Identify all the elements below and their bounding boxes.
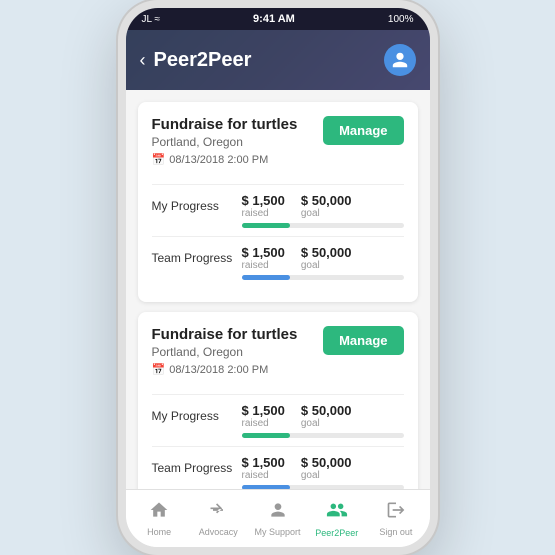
my-progress-fill-1 (242, 223, 291, 228)
my-progress-bar-2 (242, 433, 404, 438)
my-progress-row-1: My Progress $ 1,500 raised $ 50,000 goal (152, 193, 404, 228)
app-title: Peer2Peer (154, 49, 384, 72)
campaign-location-1: Portland, Oregon (152, 135, 298, 149)
team-progress-label-2: Team Progress (152, 461, 242, 475)
my-progress-fill-2 (242, 433, 291, 438)
my-progress-bar-1 (242, 223, 404, 228)
team-goal-2: $ 50,000 (301, 455, 352, 470)
team-raised-1: $ 1,500 (242, 245, 285, 260)
my-raised-2: $ 1,500 (242, 403, 285, 418)
nav-my-support-label: My Support (254, 527, 300, 537)
team-progress-stats-2: $ 1,500 raised $ 50,000 goal (242, 455, 352, 481)
my-progress-label-1: My Progress (152, 199, 242, 213)
team-goal-1: $ 50,000 (301, 245, 352, 260)
my-goal-2: $ 50,000 (301, 403, 352, 418)
team-raised-2: $ 1,500 (242, 455, 285, 470)
team-progress-stats-1: $ 1,500 raised $ 50,000 goal (242, 245, 352, 271)
my-raised-label-1: raised (242, 208, 285, 219)
sign-out-icon (386, 500, 406, 525)
nav-home[interactable]: Home (130, 496, 189, 541)
campaign-card-2: Fundraise for turtles Portland, Oregon 📅… (138, 312, 418, 489)
divider-3 (152, 394, 404, 395)
my-progress-label-2: My Progress (152, 409, 242, 423)
advocacy-icon (208, 500, 228, 525)
my-progress-stats-2: $ 1,500 raised $ 50,000 goal (242, 403, 352, 429)
divider-2 (152, 236, 404, 237)
peer2peer-icon (326, 499, 348, 526)
status-bar: JL ≈ 9:41 AM 100% (126, 8, 430, 30)
battery: 100% (388, 14, 414, 25)
my-progress-stats-1: $ 1,500 raised $ 50,000 goal (242, 193, 352, 219)
nav-sign-out-label: Sign out (379, 527, 412, 537)
my-support-icon (268, 500, 288, 525)
nav-peer2peer[interactable]: Peer2Peer (307, 495, 366, 542)
nav-my-support[interactable]: My Support (248, 496, 307, 541)
team-progress-row-1: Team Progress $ 1,500 raised $ 50,000 go… (152, 245, 404, 280)
team-goal-label-2: goal (301, 470, 352, 481)
my-raised-label-2: raised (242, 418, 285, 429)
content-area: Fundraise for turtles Portland, Oregon 📅… (126, 90, 430, 489)
team-raised-label-2: raised (242, 470, 285, 481)
back-button[interactable]: ‹ (140, 50, 146, 71)
campaign-location-2: Portland, Oregon (152, 345, 298, 359)
nav-peer2peer-label: Peer2Peer (315, 528, 358, 538)
nav-advocacy-label: Advocacy (199, 527, 238, 537)
my-goal-label-1: goal (301, 208, 352, 219)
team-progress-fill-1 (242, 275, 291, 280)
nav-home-label: Home (147, 527, 171, 537)
manage-button-2[interactable]: Manage (323, 326, 403, 355)
my-progress-row-2: My Progress $ 1,500 raised $ 50,000 goal (152, 403, 404, 438)
manage-button-1[interactable]: Manage (323, 116, 403, 145)
nav-advocacy[interactable]: Advocacy (189, 496, 248, 541)
my-raised-1: $ 1,500 (242, 193, 285, 208)
header-banner: ‹ Peer2Peer (126, 30, 430, 90)
divider-4 (152, 446, 404, 447)
my-goal-1: $ 50,000 (301, 193, 352, 208)
campaign-card-1: Fundraise for turtles Portland, Oregon 📅… (138, 102, 418, 302)
phone-frame: JL ≈ 9:41 AM 100% ‹ Peer2Peer Fundraise … (118, 0, 438, 555)
team-progress-label-1: Team Progress (152, 251, 242, 265)
divider-1 (152, 184, 404, 185)
team-progress-bar-1 (242, 275, 404, 280)
home-icon (149, 500, 169, 525)
team-goal-label-1: goal (301, 260, 352, 271)
campaign-date-1: 📅 08/13/2018 2:00 PM (152, 153, 298, 166)
team-raised-label-1: raised (242, 260, 285, 271)
campaign-date-2: 📅 08/13/2018 2:00 PM (152, 363, 298, 376)
status-time: 9:41 AM (253, 13, 295, 25)
campaign-title-2: Fundraise for turtles (152, 326, 298, 343)
carrier: JL ≈ (142, 14, 160, 25)
bottom-nav: Home Advocacy My Support Peer2Peer Sign … (126, 489, 430, 547)
my-goal-label-2: goal (301, 418, 352, 429)
campaign-title-1: Fundraise for turtles (152, 116, 298, 133)
nav-sign-out[interactable]: Sign out (366, 496, 425, 541)
user-avatar[interactable] (384, 44, 416, 76)
team-progress-row-2: Team Progress $ 1,500 raised $ 50,000 go… (152, 455, 404, 489)
calendar-icon-2: 📅 (152, 363, 166, 376)
calendar-icon-1: 📅 (152, 153, 166, 166)
